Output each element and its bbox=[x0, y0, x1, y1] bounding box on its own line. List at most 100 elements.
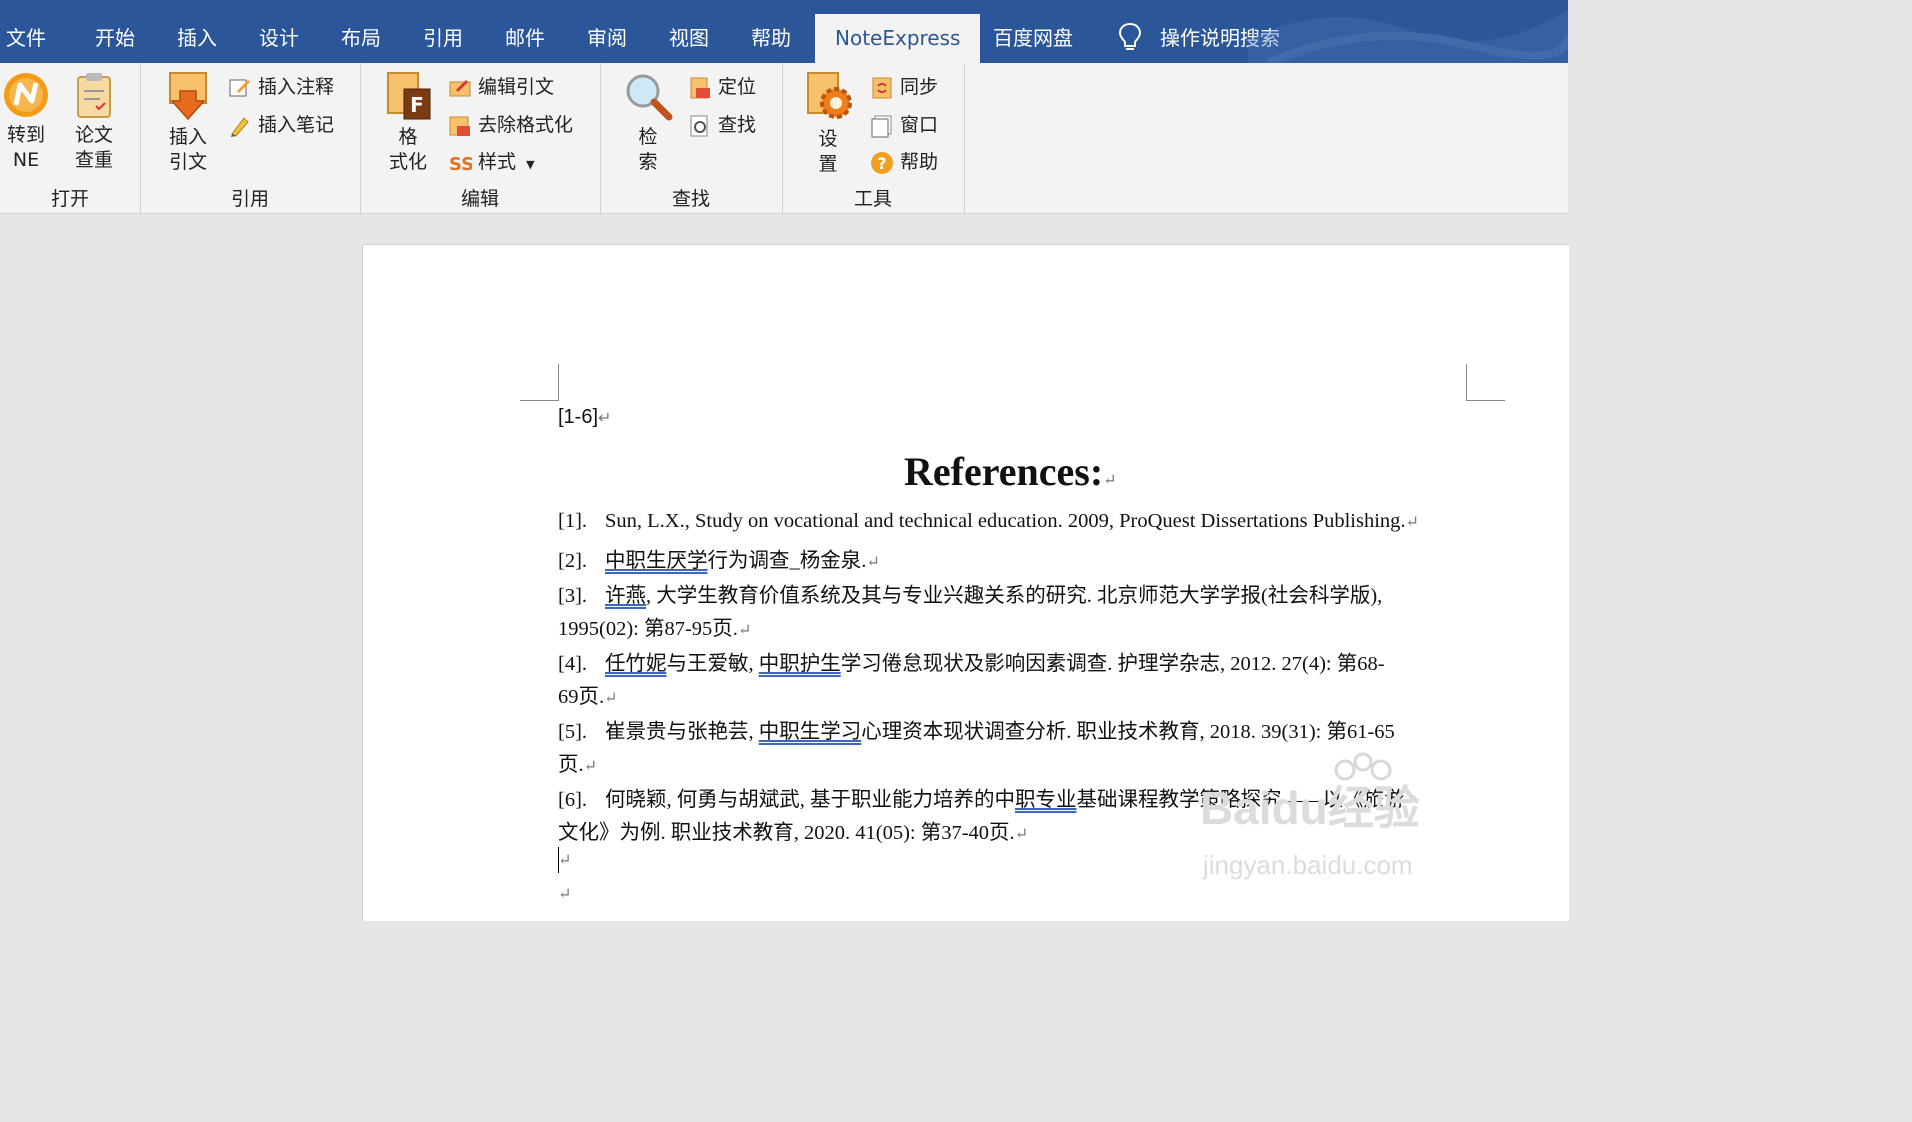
window-icon bbox=[871, 115, 892, 137]
reference-text: 69页. bbox=[558, 686, 605, 708]
group-edit: F 格 式化 编辑引文 去除格式化 SS 样式 ▼ 编辑 bbox=[360, 63, 601, 213]
tab-references[interactable]: 引用 bbox=[423, 0, 463, 63]
reference-text: , 大学生教育价值系统及其与专业兴趣关系的研究. 北京师范大学学报(社会科学版)… bbox=[646, 585, 1383, 607]
crop-mark-top-left bbox=[520, 364, 559, 401]
crop-mark-top-right bbox=[1466, 364, 1505, 401]
svg-text:F: F bbox=[410, 93, 424, 117]
remove-format-icon bbox=[449, 116, 470, 136]
goto-ne-button[interactable]: 转到 NE bbox=[0, 71, 52, 173]
lightbulb-icon bbox=[1118, 22, 1142, 50]
paragraph-mark: ↵ bbox=[598, 410, 612, 427]
insert-memo-button[interactable]: 插入笔记 bbox=[228, 110, 334, 140]
citation-marker-text: [1-6] bbox=[558, 406, 599, 428]
format-button[interactable]: F 格 式化 bbox=[380, 71, 436, 175]
find-document-icon bbox=[690, 115, 708, 136]
reference-item-6: [6]. 何晓颖, 何勇与胡斌武, 基于职业能力培养的中职专业基础课程教学策略探究… bbox=[558, 782, 1405, 812]
empty-paragraph: ↵ bbox=[558, 848, 571, 871]
search-label-1: 检 bbox=[638, 126, 658, 148]
reference-item-3-continued: 1995(02): 第87-95页.↵ bbox=[558, 611, 751, 641]
tab-home[interactable]: 开始 bbox=[95, 0, 135, 63]
reference-number: [6]. bbox=[558, 789, 588, 811]
reference-item-5-continued: 页.↵ bbox=[558, 747, 597, 777]
svg-text:SS: SS bbox=[449, 154, 472, 175]
find-button[interactable]: 查找 bbox=[688, 110, 756, 140]
chevron-down-icon: ▼ bbox=[526, 158, 535, 171]
insert-memo-label: 插入笔记 bbox=[258, 114, 335, 136]
insert-citation-button[interactable]: 插入 引文 bbox=[158, 71, 218, 175]
window-button[interactable]: 窗口 bbox=[870, 110, 938, 140]
style-label: 样式 bbox=[478, 151, 517, 173]
reference-text: 学习倦怠现状及影响因素调查. 护理学杂志, 2012. 27(4): 第68- bbox=[840, 653, 1385, 675]
sync-button[interactable]: 同步 bbox=[870, 72, 938, 102]
reference-text: 页. bbox=[558, 754, 584, 776]
ribbon: 转到 NE 论文 查重 打开 插入 引文 插入注释 插入笔记 引用 F 格 式化… bbox=[0, 63, 1568, 214]
search-button[interactable]: 检 索 bbox=[618, 71, 678, 175]
reference-text: 心理资本现状调查分析. 职业技术教育, 2018. 39(31): 第61-65 bbox=[861, 721, 1395, 743]
reference-text: 崔景贵与张艳芸, bbox=[605, 721, 759, 743]
reference-text: Sun, L.X., Study on vocational and techn… bbox=[605, 510, 1406, 532]
settings-label-1: 设 bbox=[818, 128, 838, 150]
reference-text: 基础课程教学策略探究——以《旅游 bbox=[1076, 789, 1405, 811]
style-dropdown[interactable]: SS 样式 ▼ bbox=[448, 147, 535, 177]
reference-underlined-term: 许燕 bbox=[605, 585, 646, 607]
tab-design[interactable]: 设计 bbox=[259, 0, 299, 63]
tab-layout[interactable]: 布局 bbox=[341, 0, 381, 63]
settings-label-2: 置 bbox=[818, 153, 838, 175]
help-button[interactable]: ? 帮助 bbox=[870, 147, 938, 177]
style-icon: SS bbox=[449, 154, 472, 175]
format-document-icon: F bbox=[387, 72, 431, 120]
reference-text: 何晓颖, 何勇与胡斌武, 基于职业能力培养的中 bbox=[605, 789, 1015, 811]
reference-item-6-continued: 文化》为例. 职业技术教育, 2020. 41(05): 第37-40页.↵ bbox=[558, 815, 1028, 845]
format-label-1: 格 bbox=[398, 126, 418, 148]
insert-note-button[interactable]: 插入注释 bbox=[228, 72, 334, 102]
reference-underlined-term: 中职生学习 bbox=[758, 721, 862, 743]
remove-format-button[interactable]: 去除格式化 bbox=[448, 110, 573, 140]
edit-citation-button[interactable]: 编辑引文 bbox=[448, 72, 554, 102]
help-icon: ? bbox=[871, 151, 893, 174]
window-label: 窗口 bbox=[900, 114, 939, 136]
edit-citation-label: 编辑引文 bbox=[478, 76, 555, 98]
tab-review[interactable]: 审阅 bbox=[587, 0, 627, 63]
search-label-2: 索 bbox=[638, 151, 658, 173]
tab-view[interactable]: 视图 bbox=[669, 0, 709, 63]
note-pencil-icon bbox=[229, 79, 250, 96]
locate-icon bbox=[690, 77, 710, 98]
reference-number: [2]. bbox=[558, 550, 588, 572]
goto-ne-label-2: NE bbox=[12, 149, 40, 171]
insert-note-label: 插入注释 bbox=[258, 76, 335, 98]
group-tools: 设 置 同步 窗口 ? 帮助 工具 bbox=[782, 63, 965, 213]
group-tools-label: 工具 bbox=[853, 188, 892, 210]
reference-number: [4]. bbox=[558, 653, 588, 675]
references-heading-text: References: bbox=[904, 449, 1104, 494]
group-find-label: 查找 bbox=[671, 188, 710, 210]
ribbon-tab-bar: 文件 开始 插入 设计 布局 引用 邮件 审阅 视图 帮助 NoteExpres… bbox=[0, 0, 1568, 63]
locate-button[interactable]: 定位 bbox=[688, 72, 756, 102]
paragraph-mark: ↵ bbox=[737, 622, 752, 639]
svg-text:?: ? bbox=[877, 154, 886, 173]
paragraph-mark: ↵ bbox=[583, 758, 598, 775]
paper-check-button[interactable]: 论文 查重 bbox=[66, 71, 122, 173]
reference-text: 文化》为例. 职业技术教育, 2020. 41(05): 第37-40页. bbox=[558, 822, 1015, 844]
tab-mailings[interactable]: 邮件 bbox=[505, 0, 545, 63]
group-cite: 插入 引文 插入注释 插入笔记 引用 bbox=[140, 63, 361, 213]
noteexpress-logo-icon bbox=[4, 73, 48, 117]
settings-button[interactable]: 设 置 bbox=[798, 71, 858, 177]
tab-noteexpress[interactable]: NoteExpress bbox=[815, 14, 981, 63]
reference-text: 行为调查_杨金泉. bbox=[707, 550, 867, 572]
reference-text: 与王爱敏, bbox=[666, 653, 759, 675]
group-open: 转到 NE 论文 查重 打开 bbox=[0, 63, 141, 213]
goto-ne-label-1: 转到 bbox=[6, 124, 45, 146]
tab-baidu-netdisk[interactable]: 百度网盘 bbox=[993, 0, 1073, 63]
tab-file[interactable]: 文件 bbox=[6, 0, 46, 63]
paragraph-mark: ↵ bbox=[558, 886, 572, 903]
tab-insert[interactable]: 插入 bbox=[177, 0, 217, 63]
reference-item-5: [5]. 崔景贵与张艳芸, 中职生学习心理资本现状调查分析. 职业技术教育, 20… bbox=[558, 714, 1395, 744]
text-cursor bbox=[558, 847, 559, 873]
tab-help[interactable]: 帮助 bbox=[751, 0, 791, 63]
group-open-label: 打开 bbox=[50, 188, 89, 210]
reference-text: 1995(02): 第87-95页. bbox=[558, 618, 738, 640]
format-label-2: 式化 bbox=[388, 151, 427, 173]
gear-icon bbox=[807, 72, 852, 119]
reference-underlined-term: 中职护生 bbox=[758, 653, 841, 675]
citation-marker: [1-6]↵ bbox=[558, 406, 611, 429]
